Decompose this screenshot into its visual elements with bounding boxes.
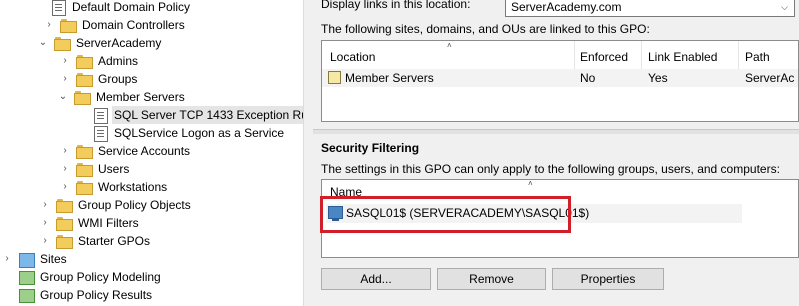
- expand-icon[interactable]: ›: [40, 196, 50, 214]
- tree-item-workstations[interactable]: › Workstations: [60, 178, 169, 196]
- table-row[interactable]: Member Servers No Yes ServerAc: [322, 69, 798, 87]
- sites-icon: [18, 251, 35, 268]
- security-principal-name: SASQL01$ (SERVERACADEMY\SASQL01$): [346, 206, 590, 220]
- folder-icon: [56, 197, 73, 213]
- tree-item-serveracademy[interactable]: ⌄ ServerAcademy: [38, 34, 163, 52]
- tree-item-groups[interactable]: › Groups: [60, 70, 139, 88]
- add-button[interactable]: Add...: [321, 268, 431, 290]
- sort-ascending-icon: ˄: [447, 41, 452, 50]
- expand-icon[interactable]: ›: [60, 142, 70, 160]
- location-dropdown-value: ServerAcademy.com: [511, 0, 622, 14]
- results-icon: [18, 287, 35, 303]
- links-table: ˄ Location Enforced Link Enabled Path Me…: [321, 40, 799, 122]
- folder-icon: [74, 89, 91, 105]
- tree-item-domain-controllers[interactable]: › Domain Controllers: [44, 16, 187, 34]
- collapse-icon[interactable]: ⌄: [58, 88, 68, 106]
- folder-icon: [76, 161, 93, 177]
- tree-item-sites[interactable]: › Sites: [2, 250, 69, 268]
- security-filtering-list: ˄ Name SASQL01$ (SERVERACADEMY\SASQL01$): [321, 179, 799, 258]
- folder-icon: [54, 35, 71, 51]
- tree-item-sqlservice-logon[interactable]: SQLService Logon as a Service: [92, 124, 286, 142]
- modeling-icon: [18, 269, 35, 285]
- tree-item-group-policy-modeling[interactable]: Group Policy Modeling: [18, 268, 163, 286]
- tree-item-group-policy-results[interactable]: Group Policy Results: [18, 286, 154, 304]
- expand-icon[interactable]: ›: [2, 250, 12, 268]
- tree-item-wmi-filters[interactable]: › WMI Filters: [40, 214, 141, 232]
- column-enforced[interactable]: Enforced: [580, 49, 628, 65]
- expand-icon[interactable]: ›: [60, 178, 70, 196]
- collapse-icon[interactable]: ⌄: [38, 34, 48, 52]
- row-location-cell: Member Servers: [328, 69, 434, 87]
- folder-icon: [56, 233, 73, 249]
- tree-item-users[interactable]: › Users: [60, 160, 131, 178]
- folder-icon: [76, 53, 93, 69]
- folder-icon: [60, 17, 77, 33]
- column-link-enabled[interactable]: Link Enabled: [648, 49, 717, 65]
- location-dropdown[interactable]: ServerAcademy.com ⌵: [505, 0, 795, 17]
- display-links-label: Display links in this location:: [321, 0, 471, 11]
- computer-icon: [328, 206, 343, 221]
- expand-icon[interactable]: ›: [60, 52, 70, 70]
- expand-icon[interactable]: ›: [40, 214, 50, 232]
- properties-button[interactable]: Properties: [552, 268, 664, 290]
- folder-icon: [76, 179, 93, 195]
- folder-icon: [76, 143, 93, 159]
- ou-icon: [328, 71, 341, 84]
- tree-item-service-accounts[interactable]: › Service Accounts: [60, 142, 192, 160]
- row-location-text: Member Servers: [345, 71, 434, 85]
- row-link-enabled-cell: Yes: [648, 71, 668, 85]
- security-filtering-title: Security Filtering: [321, 141, 420, 155]
- remove-button[interactable]: Remove: [437, 268, 546, 290]
- column-name[interactable]: Name: [330, 184, 362, 200]
- gpo-link-icon: [92, 125, 108, 142]
- tree-item-member-servers[interactable]: ⌄ Member Servers: [58, 88, 187, 106]
- security-filtering-description: The settings in this GPO can only apply …: [321, 162, 780, 176]
- expand-icon[interactable]: ›: [60, 160, 70, 178]
- chevron-down-icon: ⌵: [781, 2, 788, 12]
- expand-icon[interactable]: ›: [44, 16, 54, 34]
- expand-icon[interactable]: ›: [40, 232, 50, 250]
- gpo-link-icon: [92, 107, 108, 124]
- tree-item-starter-gpos[interactable]: › Starter GPOs: [40, 232, 152, 250]
- gpo-doc-icon: [50, 0, 66, 16]
- sort-ascending-icon: ˄: [528, 179, 533, 188]
- column-location[interactable]: Location: [330, 49, 375, 65]
- section-divider[interactable]: [313, 129, 799, 134]
- expand-icon[interactable]: ›: [60, 70, 70, 88]
- tree-item-group-policy-objects[interactable]: › Group Policy Objects: [40, 196, 193, 214]
- gpo-scope-panel: Display links in this location: ServerAc…: [313, 0, 799, 306]
- tree-item-sql-server-tcp-1433[interactable]: SQL Server TCP 1433 Exception Rule: [92, 106, 303, 124]
- list-item[interactable]: SASQL01$ (SERVERACADEMY\SASQL01$): [326, 204, 742, 223]
- tree-item-admins[interactable]: › Admins: [60, 52, 140, 70]
- tree-item-default-domain-policy[interactable]: Default Domain Policy: [50, 0, 192, 16]
- row-enforced-cell: No: [580, 71, 596, 85]
- folder-icon: [56, 215, 73, 231]
- column-path[interactable]: Path: [745, 49, 770, 65]
- folder-icon: [76, 71, 93, 87]
- console-tree: Default Domain Policy › Domain Controlle…: [0, 0, 303, 306]
- row-path-cell: ServerAc: [745, 71, 795, 85]
- links-caption: The following sites, domains, and OUs ar…: [321, 22, 650, 36]
